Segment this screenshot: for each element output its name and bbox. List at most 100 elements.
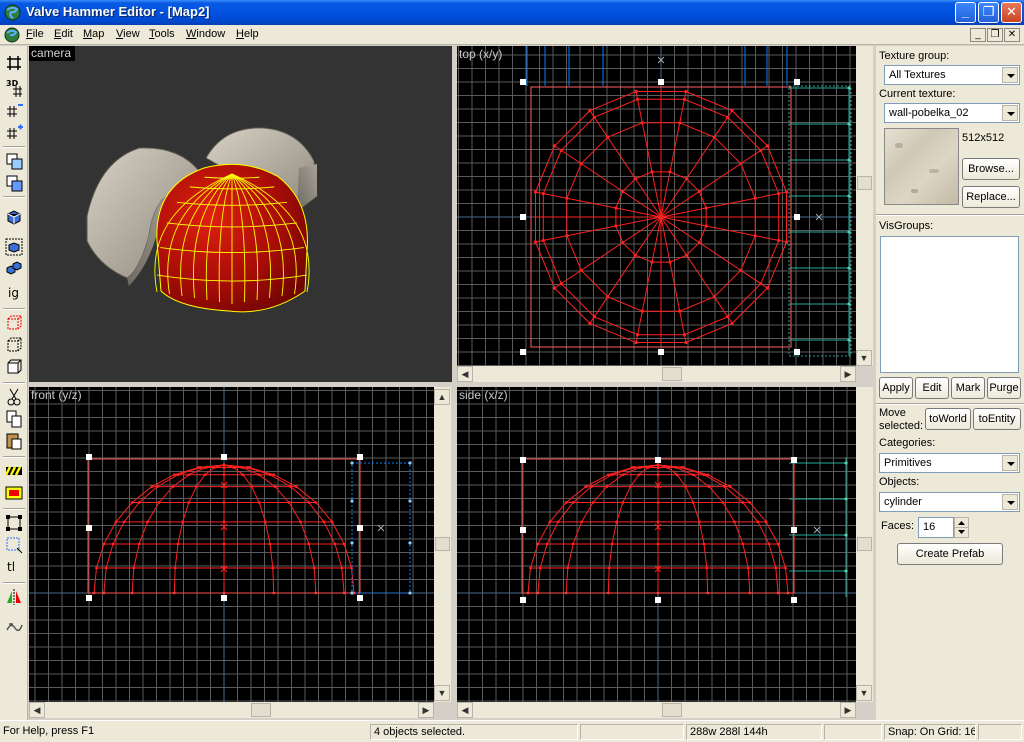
edit-visgroup-button[interactable]: Edit bbox=[915, 377, 949, 399]
objects-select[interactable]: cylinder bbox=[879, 492, 1020, 512]
other-brushes-green[interactable] bbox=[789, 457, 848, 597]
to-entity-button[interactable]: toEntity bbox=[973, 408, 1021, 430]
selection-handle[interactable] bbox=[357, 595, 363, 601]
3d-grid-tool[interactable]: 3D bbox=[3, 76, 25, 98]
chevron-down-icon[interactable] bbox=[1002, 455, 1018, 471]
scroll-thumb[interactable] bbox=[857, 176, 872, 190]
group-selection-tool[interactable] bbox=[3, 512, 25, 534]
selection-handle[interactable] bbox=[86, 595, 92, 601]
menu-file[interactable]: File bbox=[26, 28, 44, 40]
maximize-button[interactable]: ❐ bbox=[978, 2, 999, 23]
selection-handle[interactable] bbox=[86, 525, 92, 531]
scroll-right-icon[interactable]: ▶ bbox=[840, 366, 856, 382]
scroll-left-icon[interactable]: ◀ bbox=[457, 366, 473, 382]
texture-preview[interactable] bbox=[884, 128, 959, 205]
menu-window[interactable]: Window bbox=[186, 28, 225, 40]
apply-button[interactable]: Apply bbox=[879, 377, 913, 399]
scroll-thumb[interactable] bbox=[662, 367, 682, 381]
selection-handle[interactable] bbox=[791, 457, 797, 463]
selection-handle[interactable] bbox=[357, 525, 363, 531]
create-prefab-button[interactable]: Create Prefab bbox=[897, 543, 1003, 565]
menu-map[interactable]: Map bbox=[83, 28, 104, 40]
selection-handle[interactable] bbox=[794, 214, 800, 220]
selection-handle[interactable] bbox=[658, 79, 664, 85]
chevron-down-icon[interactable] bbox=[1002, 494, 1018, 510]
browse-button[interactable]: Browse... bbox=[962, 158, 1020, 180]
current-texture-select[interactable]: wall-pobelka_02 bbox=[884, 103, 1020, 123]
cut-tool[interactable] bbox=[3, 386, 25, 408]
selection-handle[interactable] bbox=[794, 79, 800, 85]
front-viewport[interactable]: front (y/z) bbox=[29, 387, 434, 702]
transform-tool[interactable] bbox=[3, 616, 25, 638]
copy-tool[interactable] bbox=[3, 408, 25, 430]
make-hollow-tool[interactable] bbox=[3, 482, 25, 504]
texture-lock-tool[interactable] bbox=[3, 150, 25, 172]
smaller-grid-tool[interactable] bbox=[3, 100, 25, 122]
menu-edit[interactable]: Edit bbox=[54, 28, 73, 40]
texture-scale-tool[interactable] bbox=[3, 172, 25, 194]
scroll-left-icon[interactable]: ◀ bbox=[29, 702, 45, 718]
selection-handle[interactable] bbox=[520, 527, 526, 533]
scroll-down-icon[interactable]: ▼ bbox=[856, 685, 872, 701]
purge-button[interactable]: Purge bbox=[987, 377, 1021, 399]
close-button[interactable]: ✕ bbox=[1001, 2, 1022, 23]
show-all-tool[interactable] bbox=[3, 236, 25, 258]
selection-handle[interactable] bbox=[791, 597, 797, 603]
scroll-thumb[interactable] bbox=[857, 537, 872, 551]
paste-tool[interactable] bbox=[3, 430, 25, 452]
front-viewport-hscrollbar[interactable]: ◀ ▶ bbox=[29, 702, 434, 718]
selected-dome[interactable] bbox=[154, 163, 310, 313]
chevron-down-icon[interactable] bbox=[1002, 105, 1018, 121]
scroll-up-icon[interactable]: ▲ bbox=[434, 389, 450, 405]
dome-top-wireframe[interactable] bbox=[530, 86, 792, 348]
selection-handle[interactable] bbox=[791, 527, 797, 533]
mark-button[interactable]: Mark bbox=[951, 377, 985, 399]
mdi-restore-button[interactable]: ❐ bbox=[987, 28, 1003, 42]
scroll-down-icon[interactable]: ▼ bbox=[434, 685, 450, 701]
selection-handle[interactable] bbox=[520, 79, 526, 85]
selection-wireframe-tool[interactable] bbox=[3, 312, 25, 334]
ignore-groups-tool[interactable]: ig bbox=[3, 282, 25, 304]
selection-handle[interactable] bbox=[221, 595, 227, 601]
selection-handle[interactable] bbox=[520, 214, 526, 220]
mdi-minimize-button[interactable]: _ bbox=[970, 28, 986, 42]
top-viewport[interactable]: top (x/y) bbox=[457, 46, 856, 366]
front-viewport-vscrollbar[interactable]: ▲ ▼ bbox=[434, 387, 451, 702]
faces-input[interactable]: 16 bbox=[918, 517, 954, 538]
other-brushes-green[interactable] bbox=[788, 85, 852, 357]
replace-button[interactable]: Replace... bbox=[962, 186, 1020, 208]
to-world-button[interactable]: toWorld bbox=[925, 408, 971, 430]
scroll-left-icon[interactable]: ◀ bbox=[457, 702, 473, 718]
hide-selected-tool[interactable] bbox=[3, 206, 25, 228]
group-tool[interactable] bbox=[3, 258, 25, 280]
categories-select[interactable]: Primitives bbox=[879, 453, 1020, 473]
chevron-down-icon[interactable] bbox=[1002, 67, 1018, 83]
menu-view[interactable]: View bbox=[116, 28, 140, 40]
texture-group-select[interactable]: All Textures bbox=[884, 65, 1020, 85]
side-viewport-vscrollbar[interactable]: ▼ bbox=[856, 387, 873, 702]
selection-handle[interactable] bbox=[86, 454, 92, 460]
selection-handle[interactable] bbox=[221, 454, 227, 460]
selection-handle[interactable] bbox=[520, 457, 526, 463]
selection-handle[interactable] bbox=[520, 349, 526, 355]
larger-grid-tool[interactable] bbox=[3, 122, 25, 144]
flip-tool[interactable] bbox=[3, 586, 25, 608]
selection-handle[interactable] bbox=[520, 597, 526, 603]
minimize-button[interactable]: _ bbox=[955, 2, 976, 23]
selection-handle[interactable] bbox=[655, 457, 661, 463]
scroll-right-icon[interactable]: ▶ bbox=[840, 702, 856, 718]
grid-toggle-tool[interactable] bbox=[3, 52, 25, 74]
top-viewport-vscrollbar[interactable]: ▼ bbox=[856, 46, 873, 366]
scroll-right-icon[interactable]: ▶ bbox=[418, 702, 434, 718]
carve-tool[interactable] bbox=[3, 460, 25, 482]
camera-viewport[interactable]: camera bbox=[29, 46, 452, 382]
menu-help[interactable]: Help bbox=[236, 28, 259, 40]
selection-solid-tool[interactable] bbox=[3, 356, 25, 378]
visgroups-list[interactable] bbox=[880, 236, 1019, 373]
scroll-down-icon[interactable]: ▼ bbox=[856, 350, 872, 366]
selection-handle[interactable] bbox=[658, 349, 664, 355]
scroll-thumb[interactable] bbox=[251, 703, 271, 717]
selection-handle[interactable] bbox=[655, 597, 661, 603]
mdi-close-button[interactable]: ✕ bbox=[1004, 28, 1020, 42]
scroll-thumb[interactable] bbox=[662, 703, 682, 717]
